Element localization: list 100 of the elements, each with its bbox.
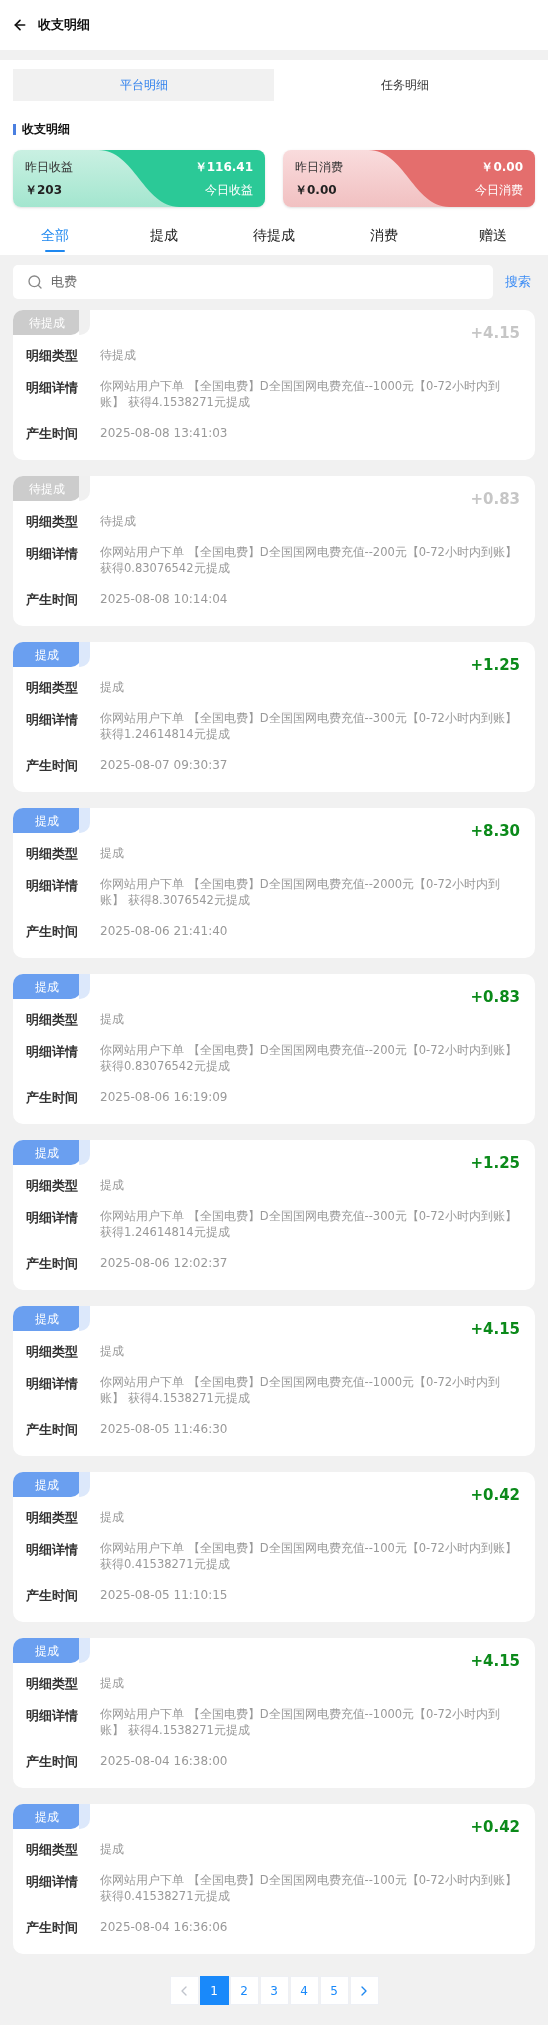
search-field[interactable]: 电费 xyxy=(13,265,493,299)
amount: +0.83 xyxy=(470,489,520,510)
field-value: 提成 xyxy=(100,1010,124,1028)
field-label: 明细类型 xyxy=(26,1342,79,1361)
field-label: 明细类型 xyxy=(26,1010,79,1029)
summary-today-value: ￥116.41 xyxy=(194,159,253,176)
amount: +4.15 xyxy=(470,323,520,344)
filter-tab[interactable]: 待提成 xyxy=(219,215,329,255)
field-label: 产生时间 xyxy=(26,1089,79,1107)
field-value: 提成 xyxy=(100,1674,124,1692)
field-value: 你网站用户下单 【全国电费】D全国国网电费充值--100元【0-72小时内到账】获得0.41538271元提成 xyxy=(100,1872,518,1905)
filter-tab[interactable]: 全部 xyxy=(0,215,110,255)
field-value: 待提成 xyxy=(100,346,136,364)
field-label: 明细类型 xyxy=(26,844,79,863)
field-label: 明细详情 xyxy=(26,1541,79,1559)
status-badge: 提成 xyxy=(13,1140,81,1165)
back-icon[interactable] xyxy=(12,17,28,33)
field-label: 明细类型 xyxy=(26,678,79,697)
field-value: 2025-08-05 11:46:30 xyxy=(100,1421,228,1438)
field-label: 明细详情 xyxy=(26,545,79,563)
filter-tab[interactable]: 提成 xyxy=(109,215,220,255)
field-label: 明细详情 xyxy=(26,1209,79,1227)
field-label: 产生时间 xyxy=(26,1919,79,1937)
field-label: 产生时间 xyxy=(26,425,79,443)
badge-tail xyxy=(79,1638,90,1663)
page-title: 收支明细 xyxy=(38,16,90,35)
field-label: 明细详情 xyxy=(26,1707,79,1725)
page-button[interactable]: 4 xyxy=(289,1976,319,2005)
field-value: 待提成 xyxy=(100,512,136,530)
field-label: 产生时间 xyxy=(26,1753,79,1771)
field-value: 你网站用户下单 【全国电费】D全国国网电费充值--1000元【0-72小时内到账】 获得4.1538271元提成 xyxy=(100,1706,502,1739)
field-value: 提成 xyxy=(100,1342,124,1360)
field-label: 产生时间 xyxy=(26,923,79,941)
field-label: 明细类型 xyxy=(26,512,79,531)
segment-tab[interactable]: 平台明细 xyxy=(13,69,274,101)
field-value: 你网站用户下单 【全国电费】D全国国网电费充值--300元【0-72小时内到账】获得1.24614814元提成 xyxy=(100,1208,518,1241)
status-badge: 提成 xyxy=(13,642,81,667)
field-value: 你网站用户下单 【全国电费】D全国国网电费充值--2000元【0-72小时内到账】 获得8.3076542元提成 xyxy=(100,876,502,909)
summary-label: 昨日收益 xyxy=(25,159,73,176)
status-badge: 提成 xyxy=(13,1472,81,1497)
field-value: 你网站用户下单 【全国电费】D全国国网电费充值--100元【0-72小时内到账】获得0.41538271元提成 xyxy=(100,1540,518,1573)
field-label: 明细详情 xyxy=(26,379,79,397)
field-value: 2025-08-06 12:02:37 xyxy=(100,1255,228,1272)
badge-tail xyxy=(79,974,90,999)
filter-tab[interactable]: 消费 xyxy=(328,215,439,255)
field-value: 2025-08-08 10:14:04 xyxy=(100,591,228,608)
filter-tab[interactable]: 赠送 xyxy=(438,215,548,255)
search-icon xyxy=(27,274,43,290)
field-label: 明细类型 xyxy=(26,1508,79,1527)
badge-tail xyxy=(79,310,90,335)
summary-today-label: 今日收益 xyxy=(205,182,253,199)
page-button[interactable]: 2 xyxy=(229,1976,259,2005)
amount: +8.30 xyxy=(470,821,520,842)
field-label: 明细详情 xyxy=(26,1043,79,1061)
amount: +4.15 xyxy=(470,1319,520,1340)
badge-tail xyxy=(79,808,90,833)
page-button[interactable]: 3 xyxy=(259,1976,289,2005)
field-value: 你网站用户下单 【全国电费】D全国国网电费充值--200元【0-72小时内到账】获得0.83076542元提成 xyxy=(100,544,518,577)
page-button[interactable]: 5 xyxy=(319,1976,349,2005)
field-label: 产生时间 xyxy=(26,1421,79,1439)
amount: +0.42 xyxy=(470,1485,520,1506)
field-value: 2025-08-06 16:19:09 xyxy=(100,1089,228,1106)
next-page-button[interactable] xyxy=(349,1976,379,2005)
summary-value: ￥203 xyxy=(25,182,63,199)
page-button[interactable]: 1 xyxy=(199,1976,229,2005)
field-value: 2025-08-04 16:38:00 xyxy=(100,1753,228,1770)
field-label: 明细详情 xyxy=(26,1375,79,1393)
field-value: 提成 xyxy=(100,844,124,862)
field-value: 2025-08-08 13:41:03 xyxy=(100,425,228,442)
title-accent-bar xyxy=(13,123,16,135)
status-badge: 提成 xyxy=(13,974,81,999)
field-label: 明细详情 xyxy=(26,1873,79,1891)
field-label: 产生时间 xyxy=(26,591,79,609)
amount: +4.15 xyxy=(470,1651,520,1672)
field-label: 产生时间 xyxy=(26,1587,79,1605)
amount: +1.25 xyxy=(470,655,520,676)
badge-tail xyxy=(79,1472,90,1497)
field-label: 明细类型 xyxy=(26,346,79,365)
field-label: 明细详情 xyxy=(26,711,79,729)
summary-today-value: ￥0.00 xyxy=(481,159,523,176)
status-badge: 提成 xyxy=(13,1638,81,1663)
search-button[interactable]: 搜索 xyxy=(505,272,535,292)
field-value: 提成 xyxy=(100,1508,124,1526)
amount: +0.42 xyxy=(470,1817,520,1838)
field-value: 2025-08-07 09:30:37 xyxy=(100,757,228,774)
summary-value: ￥0.00 xyxy=(295,182,337,199)
status-badge: 提成 xyxy=(13,1804,81,1829)
amount: +0.83 xyxy=(470,987,520,1008)
field-label: 明细详情 xyxy=(26,877,79,895)
badge-tail xyxy=(79,642,90,667)
field-value: 2025-08-05 11:10:15 xyxy=(100,1587,228,1604)
amount: +1.25 xyxy=(470,1153,520,1174)
field-label: 明细类型 xyxy=(26,1840,79,1859)
field-value: 提成 xyxy=(100,678,124,696)
field-value: 你网站用户下单 【全国电费】D全国国网电费充值--1000元【0-72小时内到账】 获得4.1538271元提成 xyxy=(100,378,502,411)
field-label: 产生时间 xyxy=(26,1255,79,1273)
tab-underline xyxy=(44,250,65,252)
field-value: 2025-08-04 16:36:06 xyxy=(100,1919,228,1936)
field-value: 提成 xyxy=(100,1176,124,1194)
badge-tail xyxy=(79,1140,90,1165)
